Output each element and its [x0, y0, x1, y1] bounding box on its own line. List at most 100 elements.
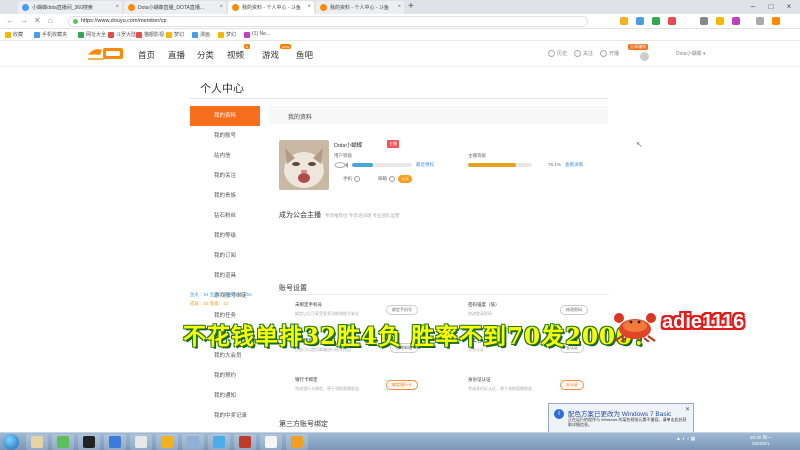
taskbar-clock[interactable]: 20:30 周一 2022/8/1 — [750, 435, 772, 447]
bind-bank-card-button[interactable]: 绑定银行卡 — [386, 380, 418, 390]
sidebar-item[interactable]: 我的订阅 — [190, 246, 260, 266]
sidebar-item[interactable]: 我的预约 — [190, 366, 260, 386]
sidebar-item[interactable]: 我的关注 — [190, 166, 260, 186]
close-icon[interactable]: × — [219, 4, 223, 10]
nav-game[interactable]: 游戏 — [262, 49, 279, 61]
bookmark[interactable]: 梦幻 — [166, 31, 184, 38]
account-item-desc: 完成身份证认证，便于领取直播收益 — [468, 386, 532, 391]
sidebar-stats: 鱼丸：54 鱼翅：1 鱼翅：19.55 成就：83 等级：41 — [190, 290, 252, 308]
bookmark[interactable]: 漫画 — [192, 31, 210, 38]
forward-icon[interactable]: → — [20, 16, 28, 25]
union-subtitle: 专享推荐位 专享培训课 专业团队运营 — [325, 213, 400, 218]
bookmark[interactable]: 梦幻 — [218, 31, 236, 38]
nav-home[interactable]: 首页 — [138, 49, 155, 61]
close-icon[interactable]: ✕ — [685, 406, 690, 413]
sidebar-item[interactable]: 我的中奖记录 — [190, 406, 260, 426]
bookmark[interactable]: 收藏 — [5, 31, 23, 38]
nav-category[interactable]: 分类 — [197, 49, 214, 61]
browser-tab[interactable]: 我的资料 - 个人中心 - 斗鱼 × — [316, 1, 404, 14]
back-icon[interactable]: ← — [6, 16, 14, 25]
taskbar-app-button[interactable] — [78, 434, 100, 450]
close-icon[interactable]: × — [115, 4, 119, 10]
sidebar-item[interactable]: 我的等级 — [190, 226, 260, 246]
phone-icon[interactable] — [354, 176, 360, 182]
sidebar-item[interactable]: 我的道具 — [190, 266, 260, 286]
sidebar-item[interactable]: 我的贵族 — [190, 186, 260, 206]
user-level-fill — [352, 163, 373, 167]
extension-icon[interactable] — [772, 17, 780, 25]
extension-icon[interactable] — [620, 17, 628, 25]
sidebar-item[interactable]: 我的账号 — [190, 126, 260, 146]
user-level-link[interactable]: 最近特权 — [416, 162, 434, 168]
sidebar-item[interactable]: 我的资料 — [190, 106, 260, 126]
extension-icon[interactable] — [700, 17, 708, 25]
history-button[interactable]: 历史 — [548, 50, 567, 57]
minimize-icon[interactable]: – — [744, 0, 762, 14]
bookmark[interactable]: (1) Ne... — [244, 31, 270, 38]
extension-icon[interactable] — [716, 17, 724, 25]
taskbar-app-button[interactable] — [52, 434, 74, 450]
nav-yuba[interactable]: 鱼吧 — [296, 49, 313, 61]
taskbar-app-button[interactable] — [130, 434, 152, 450]
douyu-logo-icon[interactable] — [86, 46, 124, 62]
account-item-label: 身份证认证 — [468, 377, 491, 382]
browser-tab[interactable]: Dota小蝴蝶直播_DOTA直播... × — [124, 1, 226, 14]
anchor-level-link[interactable]: 查看详情 — [565, 162, 583, 168]
start-live-button[interactable]: 开播 — [600, 50, 619, 57]
system-notification[interactable]: i 配色方案已更改为 Windows 7 Basic 正在运行的程序与 Wind… — [548, 403, 694, 433]
account-item-label: 银行卡绑定 — [295, 377, 318, 382]
sidebar-item[interactable]: 我的通知 — [190, 386, 260, 406]
taskbar-app-button[interactable] — [156, 434, 178, 450]
extension-icon[interactable] — [732, 17, 740, 25]
user-menu[interactable]: Dota小蝴蝶 ▾ — [676, 50, 705, 57]
new-tab-button[interactable]: + — [408, 1, 414, 13]
bookmark[interactable]: 猫眼影视 — [136, 31, 164, 38]
sidebar-item[interactable]: 钻石粉丝 — [190, 206, 260, 226]
username: Dota小蝴蝶 — [334, 143, 363, 149]
verify-button[interactable]: 认证 — [398, 175, 412, 183]
tray-icons[interactable]: ▲ ◐ ♪ ▦ — [676, 436, 695, 442]
stats-line: 成就：83 等级：41 — [190, 301, 229, 306]
content-title: 我的资料 — [288, 115, 313, 121]
taskbar-app-button[interactable] — [234, 434, 256, 450]
follow-button[interactable]: 关注 — [574, 50, 593, 57]
bind-phone-button[interactable]: 绑定手机号 — [386, 305, 418, 315]
browser-tab-active[interactable]: 我的资料 - 个人中心 - 斗鱼 × — [228, 1, 314, 14]
extension-icon[interactable] — [668, 17, 676, 25]
taskbar-app-button[interactable] — [182, 434, 204, 450]
page-title: 个人中心 — [200, 83, 244, 95]
nav-video[interactable]: 视频 — [227, 49, 244, 61]
app-icon — [161, 436, 173, 448]
email-icon[interactable] — [389, 176, 395, 182]
start-button-icon[interactable] — [3, 434, 19, 450]
close-window-icon[interactable]: × — [780, 0, 798, 14]
browser-tab[interactable]: 小蝴蝶dota直播间_360搜索 × — [18, 1, 122, 14]
close-icon[interactable]: × — [307, 4, 311, 10]
change-password-button[interactable]: 修改密码 — [560, 305, 588, 315]
close-icon[interactable]: × — [397, 4, 401, 10]
url-text: https://www.douyu.com/member/cp — [81, 18, 167, 24]
promo-badge[interactable]: 分享赚钱 — [628, 44, 648, 50]
taskbar-app-button[interactable] — [286, 434, 308, 450]
taskbar-app-button[interactable] — [260, 434, 282, 450]
sidebar-item[interactable]: 站内信 — [190, 146, 260, 166]
taskbar-app-button[interactable] — [104, 434, 126, 450]
taskbar-app-button[interactable] — [26, 434, 48, 450]
url-input[interactable]: https://www.douyu.com/member/cp — [68, 16, 588, 27]
nav-live[interactable]: 直播 — [168, 49, 185, 61]
menu-icon[interactable] — [756, 17, 764, 25]
lock-icon — [73, 19, 78, 24]
extension-icon[interactable] — [652, 17, 660, 25]
stop-icon[interactable]: ✕ — [34, 16, 41, 25]
id-verify-button[interactable]: 去认证 — [560, 380, 584, 390]
taskbar-app-button[interactable] — [208, 434, 230, 450]
bookmark[interactable]: 手机收藏夹 — [34, 31, 67, 38]
bookmark[interactable]: 网址大全 — [78, 31, 106, 38]
profile-avatar[interactable] — [279, 140, 329, 190]
avatar[interactable] — [640, 52, 649, 61]
extension-icon[interactable] — [636, 17, 644, 25]
home-icon[interactable]: ⌂ — [48, 16, 53, 25]
site-header: 首页 直播 分类 视频 6 游戏 new 鱼吧 历史 关注 开播 分享赚钱 Do… — [0, 41, 800, 67]
bookmark[interactable]: 斗罗大陆 — [108, 31, 136, 38]
maximize-icon[interactable]: □ — [762, 0, 780, 14]
